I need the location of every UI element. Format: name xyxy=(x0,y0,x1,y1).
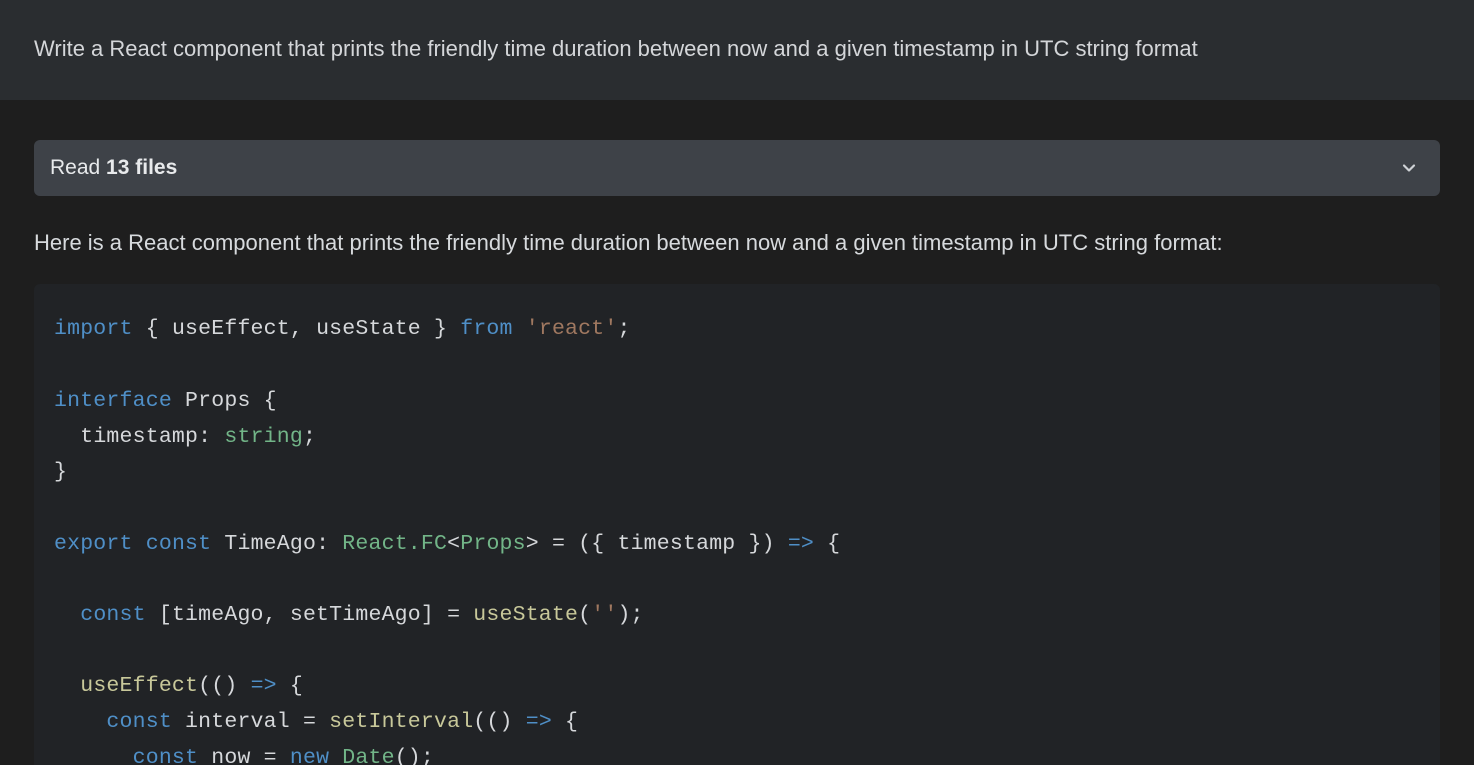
code-token: => xyxy=(526,710,552,734)
prompt-bar: Write a React component that prints the … xyxy=(0,0,1474,100)
code-token: interface xyxy=(54,389,172,413)
code-token: (); xyxy=(395,746,434,765)
code-token: (() xyxy=(198,674,250,698)
code-token: const xyxy=(133,746,199,765)
code-token: { xyxy=(552,710,578,734)
code-token: const xyxy=(106,710,172,734)
read-files-count: 13 files xyxy=(106,156,177,179)
code-token: => xyxy=(251,674,277,698)
read-files-collapsible[interactable]: Read 13 files xyxy=(34,140,1440,196)
prompt-text: Write a React component that prints the … xyxy=(34,36,1198,61)
read-files-label: Read 13 files xyxy=(50,156,177,180)
code-token: now = xyxy=(198,746,290,765)
code-token: , xyxy=(290,317,316,341)
code-token xyxy=(513,317,526,341)
code-block[interactable]: import { useEffect, useState } from 'rea… xyxy=(34,284,1440,765)
code-token: Date xyxy=(342,746,394,765)
code-token: useEffect xyxy=(80,674,198,698)
code-token: ( xyxy=(578,603,591,627)
code-token: { xyxy=(814,532,840,556)
code-token: timestamp xyxy=(80,425,198,449)
code-token xyxy=(329,746,342,765)
code-token: const xyxy=(80,603,146,627)
code-token: Props xyxy=(460,532,526,556)
code-token xyxy=(211,532,224,556)
code-token: from xyxy=(460,317,512,341)
code-token: : xyxy=(316,532,342,556)
code-token: 'react' xyxy=(526,317,618,341)
code-token: string xyxy=(224,425,303,449)
code-token: import xyxy=(54,317,133,341)
code-token: useEffect xyxy=(172,317,290,341)
code-token: React.FC xyxy=(342,532,447,556)
code-token: ({ timestamp }) xyxy=(578,532,788,556)
code-token: { xyxy=(133,317,172,341)
code-token: = xyxy=(539,532,578,556)
code-token: : xyxy=(198,425,224,449)
code-token: '' xyxy=(591,603,617,627)
code-token: setInterval xyxy=(329,710,473,734)
code-token xyxy=(172,389,185,413)
code-token: TimeAgo xyxy=(224,532,316,556)
code-token xyxy=(133,532,146,556)
code-token: ); xyxy=(617,603,643,627)
code-token xyxy=(54,710,106,734)
code-token xyxy=(54,425,80,449)
code-token: } xyxy=(54,460,67,484)
code-token: new xyxy=(290,746,329,765)
code-token: ; xyxy=(617,317,630,341)
code-token: useState xyxy=(316,317,421,341)
code-token: Props xyxy=(185,389,251,413)
code-token: interval = xyxy=(172,710,329,734)
code-token: => xyxy=(788,532,814,556)
code-token: export xyxy=(54,532,133,556)
code-token: useState xyxy=(473,603,578,627)
read-files-prefix: Read xyxy=(50,156,106,179)
code-token xyxy=(54,674,80,698)
response-intro: Here is a React component that prints th… xyxy=(34,228,1440,259)
code-token: (() xyxy=(473,710,525,734)
code-token xyxy=(54,746,133,765)
code-token: { xyxy=(277,674,303,698)
chevron-down-icon xyxy=(1398,157,1420,179)
code-token: ; xyxy=(303,425,316,449)
code-token xyxy=(54,603,80,627)
code-token: } xyxy=(421,317,460,341)
code-token: { xyxy=(251,389,277,413)
code-token: [timeAgo, setTimeAgo] = xyxy=(146,603,474,627)
response-area: Read 13 files Here is a React component … xyxy=(0,100,1474,765)
code-token: < xyxy=(447,532,460,556)
code-token: > xyxy=(526,532,539,556)
code-token: const xyxy=(146,532,212,556)
